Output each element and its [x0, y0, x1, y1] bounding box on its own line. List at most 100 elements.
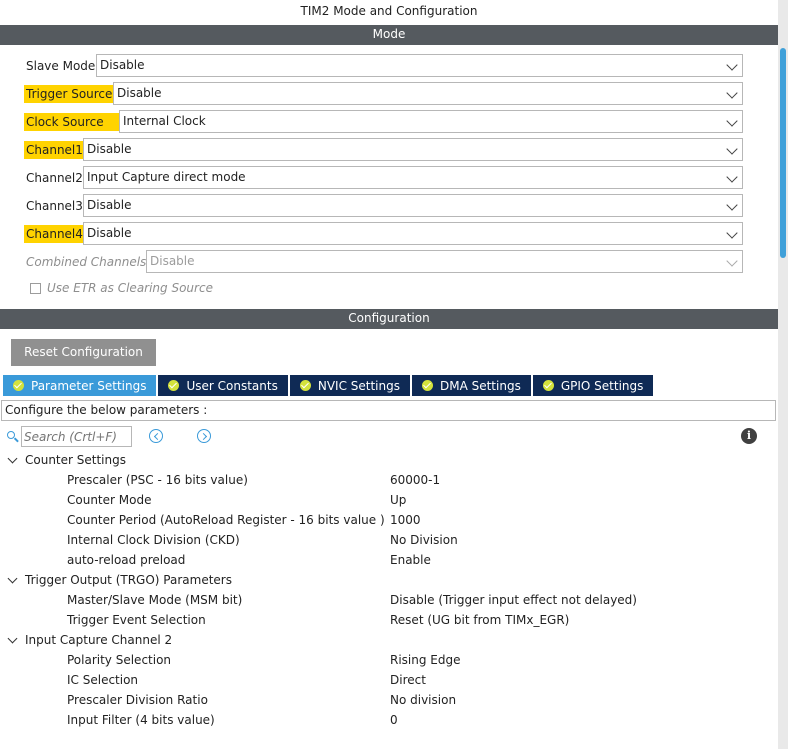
param-value[interactable]: 1000	[390, 510, 421, 530]
param-value[interactable]: 0	[390, 710, 398, 730]
check-circle-icon	[168, 380, 180, 391]
channel3-select[interactable]: Disable	[83, 194, 743, 217]
tab-label: User Constants	[186, 378, 278, 393]
channel4-label: Channel4	[24, 224, 85, 243]
param-name: Internal Clock Division (CKD)	[67, 533, 240, 547]
search-bar	[6, 426, 132, 447]
channel3-label: Channel3	[26, 198, 83, 213]
tab-gpio-settings[interactable]: GPIO Settings	[532, 375, 656, 396]
param-name: Prescaler (PSC - 16 bits value)	[67, 473, 248, 487]
etr-clearing-checkbox	[30, 282, 41, 294]
tab-parameter-settings[interactable]: Parameter Settings	[3, 375, 159, 396]
param-value[interactable]: Rising Edge	[390, 650, 461, 670]
chevron-down-icon	[726, 143, 738, 155]
chevron-down-icon	[726, 199, 738, 211]
channel2-label: Channel2	[26, 170, 83, 185]
slave-mode-select[interactable]: Disable	[96, 54, 743, 77]
tab-nvic-settings[interactable]: NVIC Settings	[289, 375, 412, 396]
vertical-scrollbar[interactable]	[778, 0, 788, 749]
trigger-source-label: Trigger Source	[24, 84, 115, 103]
check-circle-icon	[542, 380, 554, 391]
check-circle-icon	[299, 380, 311, 391]
param-name: Prescaler Division Ratio	[67, 693, 208, 707]
channel1-select[interactable]: Disable	[83, 138, 743, 161]
chevron-down-icon	[726, 171, 738, 183]
chevron-down-icon	[7, 573, 18, 583]
combined-channels-value: Disable	[150, 254, 195, 268]
etr-clearing-label: Use ETR as Clearing Source	[47, 281, 213, 295]
chevron-right-icon	[199, 432, 207, 440]
channel4-row: Channel4	[24, 222, 85, 245]
check-circle-icon	[421, 380, 433, 391]
window-title: TIM2 Mode and Configuration	[300, 4, 478, 18]
channel1-label: Channel1	[24, 140, 85, 159]
tab-label: GPIO Settings	[560, 378, 644, 393]
group-input-capture-channel-2[interactable]: Input Capture Channel 2	[7, 630, 172, 650]
clock-source-select[interactable]: Internal Clock	[119, 110, 743, 133]
group-label: Trigger Output (TRGO) Parameters	[25, 573, 232, 587]
param-name: Master/Slave Mode (MSM bit)	[67, 593, 243, 607]
param-value[interactable]: Up	[390, 490, 406, 510]
tab-label: DMA Settings	[439, 378, 521, 393]
channel3-row: Channel3	[24, 194, 85, 217]
check-circle-icon	[13, 380, 24, 391]
param-value[interactable]: No Division	[390, 530, 458, 550]
info-icon[interactable]: i	[741, 428, 757, 444]
param-value[interactable]: Reset (UG bit from TIMx_EGR)	[390, 610, 569, 630]
parameters-description: Configure the below parameters :	[1, 400, 776, 421]
tab-dma-settings[interactable]: DMA Settings	[411, 375, 533, 396]
previous-match-button[interactable]	[149, 429, 163, 443]
group-counter-settings[interactable]: Counter Settings	[7, 450, 126, 470]
search-input[interactable]	[21, 426, 132, 447]
trigger-source-select[interactable]: Disable	[113, 82, 743, 105]
etr-clearing-checkbox-row: Use ETR as Clearing Source	[30, 281, 213, 295]
param-value[interactable]: No division	[390, 690, 456, 710]
param-value[interactable]: Enable	[390, 550, 431, 570]
trigger-source-row: Trigger Source	[24, 82, 115, 105]
chevron-down-icon	[7, 453, 18, 463]
param-value[interactable]: Direct	[390, 670, 426, 690]
group-trigger-output[interactable]: Trigger Output (TRGO) Parameters	[7, 570, 232, 590]
combined-channels-label: Combined Channels	[26, 254, 147, 269]
param-value[interactable]: 60000-1	[390, 470, 440, 490]
param-value[interactable]: Disable (Trigger input effect not delaye…	[390, 590, 637, 610]
chevron-down-icon	[7, 633, 18, 643]
chevron-down-icon	[726, 115, 738, 127]
combined-channels-row: Combined Channels	[24, 250, 148, 273]
param-name: auto-reload preload	[67, 553, 186, 567]
channel1-value: Disable	[87, 142, 132, 156]
channel3-value: Disable	[87, 198, 132, 212]
reset-configuration-button[interactable]: Reset Configuration	[11, 339, 156, 366]
tab-user-constants[interactable]: User Constants	[158, 375, 290, 396]
channel1-row: Channel1	[24, 138, 85, 161]
slave-mode-row: Slave Mode	[24, 54, 97, 77]
scrollbar-thumb[interactable]	[780, 48, 786, 258]
channel2-value: Input Capture direct mode	[87, 170, 246, 184]
param-name: Input Filter (4 bits value)	[67, 713, 215, 727]
slave-mode-label: Slave Mode	[26, 58, 96, 73]
channel2-row: Channel2	[24, 166, 85, 189]
combined-channels-select: Disable	[146, 250, 743, 273]
tab-label: NVIC Settings	[317, 378, 400, 393]
chevron-down-icon	[726, 87, 738, 99]
mode-section-header: Mode	[0, 25, 778, 45]
next-match-button[interactable]	[197, 429, 211, 443]
channel2-select[interactable]: Input Capture direct mode	[83, 166, 743, 189]
channel4-value: Disable	[87, 226, 132, 240]
group-label: Input Capture Channel 2	[25, 633, 173, 647]
channel4-select[interactable]: Disable	[83, 222, 743, 245]
configuration-section-header: Configuration	[0, 309, 778, 329]
clock-source-row: Clock Source	[24, 110, 120, 133]
config-tabs: Parameter Settings User Constants NVIC S…	[3, 375, 656, 396]
chevron-left-icon	[153, 432, 161, 440]
search-icon	[6, 430, 19, 443]
group-label: Counter Settings	[25, 453, 126, 467]
slave-mode-value: Disable	[100, 58, 145, 72]
tab-label: Parameter Settings	[31, 378, 147, 393]
param-name: Counter Period (AutoReload Register - 16…	[67, 513, 385, 527]
trigger-source-value: Disable	[117, 86, 162, 100]
clock-source-label: Clock Source	[24, 112, 120, 131]
chevron-down-icon	[726, 227, 738, 239]
param-name: Trigger Event Selection	[67, 613, 206, 627]
chevron-down-icon	[726, 59, 738, 71]
